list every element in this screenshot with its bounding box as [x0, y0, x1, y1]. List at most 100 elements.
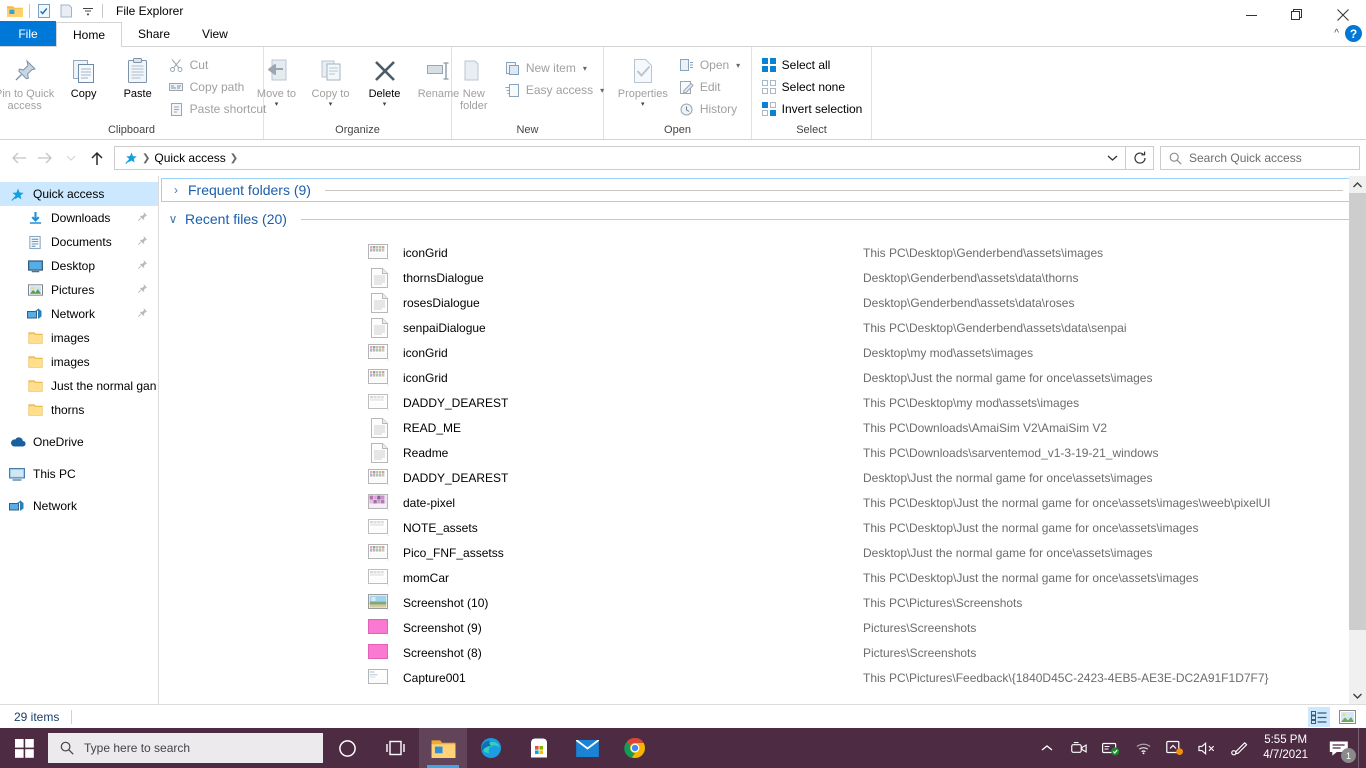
- sidebar-item-thorns[interactable]: thorns: [0, 398, 158, 422]
- select-none-button[interactable]: Select none: [757, 76, 867, 98]
- tab-view[interactable]: View: [186, 21, 244, 46]
- mail-icon[interactable]: [563, 728, 611, 768]
- sidebar-item-onedrive[interactable]: OneDrive: [0, 430, 158, 454]
- sidebar-item-this-pc[interactable]: This PC: [0, 462, 158, 486]
- show-hidden-icons-icon[interactable]: [1031, 728, 1063, 768]
- customize-qat-icon[interactable]: [77, 1, 99, 21]
- sidebar-item-images-1[interactable]: images: [0, 326, 158, 350]
- pen-icon[interactable]: [1223, 728, 1255, 768]
- properties-caret-icon[interactable]: ▾: [641, 101, 645, 108]
- copy-button[interactable]: Copy: [57, 51, 111, 119]
- open-button[interactable]: Open ▾: [675, 54, 744, 76]
- copy-to-button[interactable]: Copy to ▾: [304, 51, 358, 119]
- onedrive-sync-icon[interactable]: [1159, 728, 1191, 768]
- explorer-icon[interactable]: [4, 1, 26, 21]
- search-box[interactable]: Search Quick access: [1160, 146, 1360, 170]
- sidebar-item-just-the-normal-gan[interactable]: Just the normal gan: [0, 374, 158, 398]
- notifications-button[interactable]: 1: [1320, 728, 1358, 768]
- search-input[interactable]: Search Quick access: [1189, 151, 1302, 165]
- table-row[interactable]: DADDY_DEAREST Desktop\Just the normal gam…: [159, 465, 1366, 490]
- sidebar-item-documents[interactable]: Documents: [0, 230, 158, 254]
- invert-selection-button[interactable]: Invert selection: [757, 98, 867, 120]
- file-explorer-icon[interactable]: [419, 728, 467, 768]
- up-button[interactable]: [84, 145, 110, 171]
- sidebar-item-pictures[interactable]: Pictures: [0, 278, 158, 302]
- antivirus-icon[interactable]: [1095, 728, 1127, 768]
- scroll-down-arrow-icon[interactable]: [1349, 687, 1366, 704]
- chevron-down-icon[interactable]: ∨: [167, 212, 179, 226]
- table-row[interactable]: iconGrid Desktop\Just the normal game for…: [159, 365, 1366, 390]
- table-row[interactable]: READ_ME This PC\Downloads\AmaiSim V2\Amai…: [159, 415, 1366, 440]
- scrollbar-thumb[interactable]: [1349, 193, 1366, 630]
- table-row[interactable]: momCar This PC\Desktop\Just the normal ga…: [159, 565, 1366, 590]
- start-button[interactable]: [0, 728, 48, 768]
- edit-button[interactable]: Edit: [675, 76, 744, 98]
- table-row[interactable]: Screenshot (9) Pictures\Screenshots: [159, 615, 1366, 640]
- new-item-caret-icon[interactable]: ▾: [583, 64, 587, 73]
- table-row[interactable]: NOTE_assets This PC\Desktop\Just the norm…: [159, 515, 1366, 540]
- table-row[interactable]: thornsDialogue Desktop\Genderbend\assets\…: [159, 265, 1366, 290]
- taskbar-search-box[interactable]: Type here to search: [48, 733, 323, 763]
- breadcrumb-item-quick-access[interactable]: Quick access: [154, 151, 225, 165]
- table-row[interactable]: Screenshot (10) This PC\Pictures\Screensh…: [159, 590, 1366, 615]
- forward-button[interactable]: [32, 145, 58, 171]
- address-field[interactable]: ❯ Quick access ❯: [114, 146, 1126, 170]
- sidebar-item-quick-access[interactable]: Quick access: [0, 182, 158, 206]
- file-list-view[interactable]: › Frequent folders (9) ∨ Recent files (2…: [158, 176, 1366, 704]
- table-row[interactable]: Readme This PC\Downloads\sarventemod_v1-3…: [159, 440, 1366, 465]
- new-folder-icon[interactable]: [55, 1, 77, 21]
- camera-icon[interactable]: [1063, 728, 1095, 768]
- pin-to-quick-access-button[interactable]: Pin to Quick access: [0, 51, 57, 119]
- table-row[interactable]: Pico_FNF_assetss Desktop\Just the normal …: [159, 540, 1366, 565]
- sidebar-item-downloads[interactable]: Downloads: [0, 206, 158, 230]
- scroll-up-arrow-icon[interactable]: [1349, 176, 1366, 193]
- easy-access-button[interactable]: Easy access ▾: [501, 79, 608, 101]
- sidebar-item-images-2[interactable]: images: [0, 350, 158, 374]
- paste-button[interactable]: Paste: [111, 51, 165, 119]
- show-desktop-button[interactable]: [1358, 728, 1366, 768]
- edge-icon[interactable]: [467, 728, 515, 768]
- task-view-icon[interactable]: [371, 728, 419, 768]
- group-header-recent-files[interactable]: ∨ Recent files (20): [159, 206, 1366, 232]
- move-to-button[interactable]: Move to ▾: [250, 51, 304, 119]
- breadcrumb-separator-1[interactable]: ❯: [230, 153, 238, 164]
- tab-home[interactable]: Home: [56, 22, 123, 47]
- tab-file[interactable]: File: [0, 21, 56, 46]
- properties-button[interactable]: Properties ▾: [611, 51, 675, 119]
- new-item-button[interactable]: New item ▾: [501, 57, 608, 79]
- refresh-button[interactable]: [1126, 146, 1154, 170]
- address-dropdown-button[interactable]: [1101, 147, 1123, 169]
- table-row[interactable]: iconGrid This PC\Desktop\Genderbend\asset…: [159, 240, 1366, 265]
- large-icons-view-button[interactable]: [1336, 707, 1358, 727]
- delete-caret-icon[interactable]: ▾: [383, 101, 387, 108]
- tab-share[interactable]: Share: [122, 21, 186, 46]
- copy-to-caret-icon[interactable]: ▾: [329, 101, 333, 108]
- group-header-frequent-folders[interactable]: › Frequent folders (9): [161, 178, 1358, 202]
- details-view-button[interactable]: [1308, 707, 1330, 727]
- sidebar-item-network[interactable]: Network: [0, 494, 158, 518]
- properties-icon[interactable]: [33, 1, 55, 21]
- recent-locations-button[interactable]: [58, 145, 84, 171]
- table-row[interactable]: Screenshot (8) Pictures\Screenshots: [159, 640, 1366, 665]
- cortana-icon[interactable]: [323, 728, 371, 768]
- taskbar-clock[interactable]: 5:55 PM 4/7/2021: [1255, 728, 1320, 768]
- table-row[interactable]: rosesDialogue Desktop\Genderbend\assets\d…: [159, 290, 1366, 315]
- store-icon[interactable]: [515, 728, 563, 768]
- table-row[interactable]: Capture001 This PC\Pictures\Feedback\{184…: [159, 665, 1366, 690]
- table-row[interactable]: DADDY_DEAREST This PC\Desktop\my mod\asse…: [159, 390, 1366, 415]
- volume-muted-icon[interactable]: [1191, 728, 1223, 768]
- collapse-ribbon-icon[interactable]: ^: [1334, 28, 1339, 39]
- sidebar-item-network-quick[interactable]: Network: [0, 302, 158, 326]
- chevron-right-icon[interactable]: ›: [170, 183, 182, 197]
- delete-button[interactable]: Delete ▾: [358, 51, 412, 119]
- new-folder-button[interactable]: New folder: [447, 51, 501, 119]
- open-caret-icon[interactable]: ▾: [736, 61, 740, 70]
- breadcrumb[interactable]: ❯ Quick access ❯: [121, 151, 241, 165]
- sidebar-item-desktop[interactable]: Desktop: [0, 254, 158, 278]
- vertical-scrollbar[interactable]: [1349, 176, 1366, 704]
- wifi-icon[interactable]: [1127, 728, 1159, 768]
- chrome-icon[interactable]: [611, 728, 659, 768]
- table-row[interactable]: senpaiDialogue This PC\Desktop\Genderbend…: [159, 315, 1366, 340]
- select-all-button[interactable]: Select all: [757, 54, 867, 76]
- move-to-caret-icon[interactable]: ▾: [275, 101, 279, 108]
